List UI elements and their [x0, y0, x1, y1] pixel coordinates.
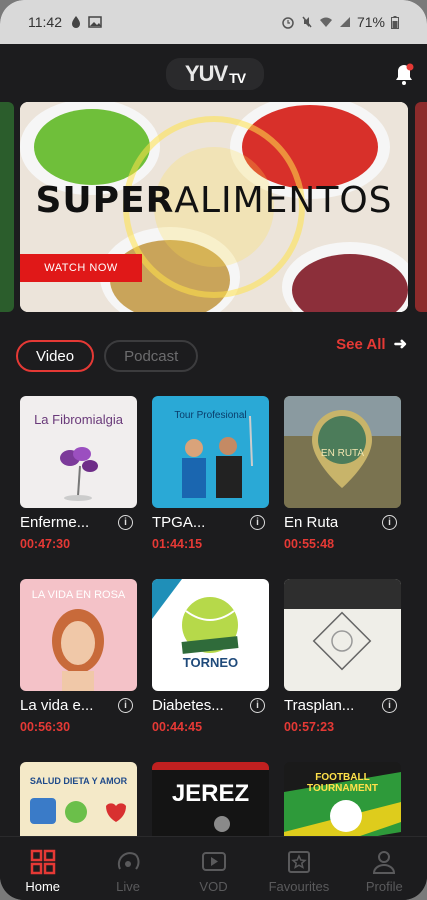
nav-vod[interactable]: VOD [171, 837, 256, 900]
live-icon [117, 852, 140, 870]
nav-live[interactable]: Live [85, 837, 170, 900]
nav-favourites[interactable]: Favourites [256, 837, 341, 900]
banner-title-light: ALIMENTOS [174, 180, 393, 221]
battery-icon [391, 15, 399, 29]
mute-icon [302, 16, 312, 28]
battery-percent: 71% [356, 14, 385, 30]
status-system-icons: 71% [281, 14, 399, 30]
orchid-image [60, 447, 98, 501]
alarm-icon [282, 17, 294, 29]
video-duration: 00:57:23 [284, 720, 335, 734]
star-icon [287, 851, 310, 873]
info-icon[interactable]: i [250, 698, 265, 713]
watch-now-button[interactable]: WATCH NOW [20, 254, 142, 282]
info-icon[interactable]: i [250, 515, 265, 530]
status-time: 11:42 [28, 14, 62, 30]
app-logo[interactable]: YUV TV [166, 58, 264, 90]
transplant-image [284, 579, 401, 671]
tennis-ball-image [152, 579, 239, 654]
user-icon [373, 851, 396, 874]
signal-icon [339, 17, 350, 27]
portrait-image [52, 609, 104, 691]
image-icon [88, 16, 102, 28]
video-duration: 00:56:30 [20, 720, 71, 734]
status-bar: 11:42 71% [0, 0, 427, 44]
video-card[interactable]: La Fibromialgia Enferme... i 00:47:30 [20, 396, 137, 579]
video-card[interactable]: Trasplan... i 00:57:23 [284, 579, 401, 762]
bottom-navigation: Home Live VOD Favourites Profile [0, 836, 427, 900]
nav-profile[interactable]: Profile [342, 837, 427, 900]
info-icon[interactable]: i [382, 698, 397, 713]
video-duration: 00:55:48 [284, 537, 335, 551]
video-duration: 00:44:45 [152, 720, 203, 734]
app-header: YUV TV [0, 44, 427, 102]
wifi-icon [319, 17, 332, 27]
logo-suffix: TV [229, 70, 246, 86]
arrow-right-icon: ➜ [393, 336, 407, 353]
carousel-next-peek[interactable] [415, 102, 427, 312]
drop-icon [72, 16, 80, 28]
logo-text: YUV [184, 61, 228, 86]
notification-bell-icon[interactable] [393, 62, 415, 86]
video-thumbnail[interactable]: La Fibromialgia [20, 396, 137, 508]
video-thumbnail[interactable]: LA VIDA EN ROSA [20, 579, 137, 691]
video-duration: 01:44:15 [152, 537, 203, 551]
featured-carousel[interactable]: SUPERALIMENTOS WATCH NOW [0, 102, 427, 314]
video-card[interactable]: LA VIDA EN ROSA La vida e... i 00:56:30 [20, 579, 137, 762]
banner-title-bold: SUPER [35, 180, 175, 221]
video-title: Trasplan... [284, 697, 355, 714]
video-grid: La Fibromialgia Enferme... i 00:47:30 Tou… [20, 396, 410, 900]
thumbnail-text: FOOTBALL TOURNAMENT [307, 772, 378, 794]
video-card[interactable]: TORNEO Diabetes... i 00:44:45 [152, 579, 269, 762]
video-duration: 00:47:30 [20, 537, 71, 551]
video-title: Diabetes... [152, 697, 224, 714]
video-title: Enferme... [20, 514, 90, 531]
banner-title: SUPERALIMENTOS [20, 180, 408, 221]
see-all-link[interactable]: See All ➜ [336, 334, 407, 354]
video-thumbnail[interactable]: EN RUTA [284, 396, 401, 508]
info-icon[interactable]: i [382, 515, 397, 530]
video-title: En Ruta [284, 514, 339, 531]
app-screen: 11:42 71% YUV TV SUPERALIMENTOS WATCH NO… [0, 0, 427, 900]
video-thumbnail[interactable]: TORNEO [152, 579, 269, 691]
info-icon[interactable]: i [118, 698, 133, 713]
video-title: La vida e... [20, 697, 94, 714]
play-icon [201, 852, 226, 871]
thumbnail-text: TORNEO [182, 655, 239, 670]
golfers-image [182, 415, 253, 498]
tab-video[interactable]: Video [16, 340, 95, 372]
home-grid-icon [30, 849, 55, 875]
video-thumbnail[interactable]: Tour Profesional [152, 396, 269, 508]
video-title: TPGA... [152, 514, 206, 531]
thumbnail-text: EN RUTA [320, 448, 365, 459]
video-card[interactable]: EN RUTA En Ruta i 00:55:48 [284, 396, 401, 579]
nav-label: Favourites [268, 879, 330, 894]
video-card[interactable]: Tour Profesional TPGA... i 01:44:15 [152, 396, 269, 579]
nav-label: Home [25, 879, 61, 894]
carousel-prev-peek[interactable] [0, 102, 14, 312]
nav-home[interactable]: Home [0, 837, 85, 900]
nav-label: Live [116, 879, 141, 894]
content-type-tabs: Video Podcast [16, 340, 199, 372]
info-icon[interactable]: i [118, 515, 133, 530]
featured-banner[interactable]: SUPERALIMENTOS WATCH NOW [20, 102, 408, 312]
tab-podcast[interactable]: Podcast [104, 340, 199, 372]
nav-label: VOD [199, 879, 228, 894]
video-thumbnail[interactable] [284, 579, 401, 691]
see-all-label: See All [336, 335, 386, 353]
nav-label: Profile [365, 879, 403, 894]
status-notification-icons [70, 15, 102, 29]
